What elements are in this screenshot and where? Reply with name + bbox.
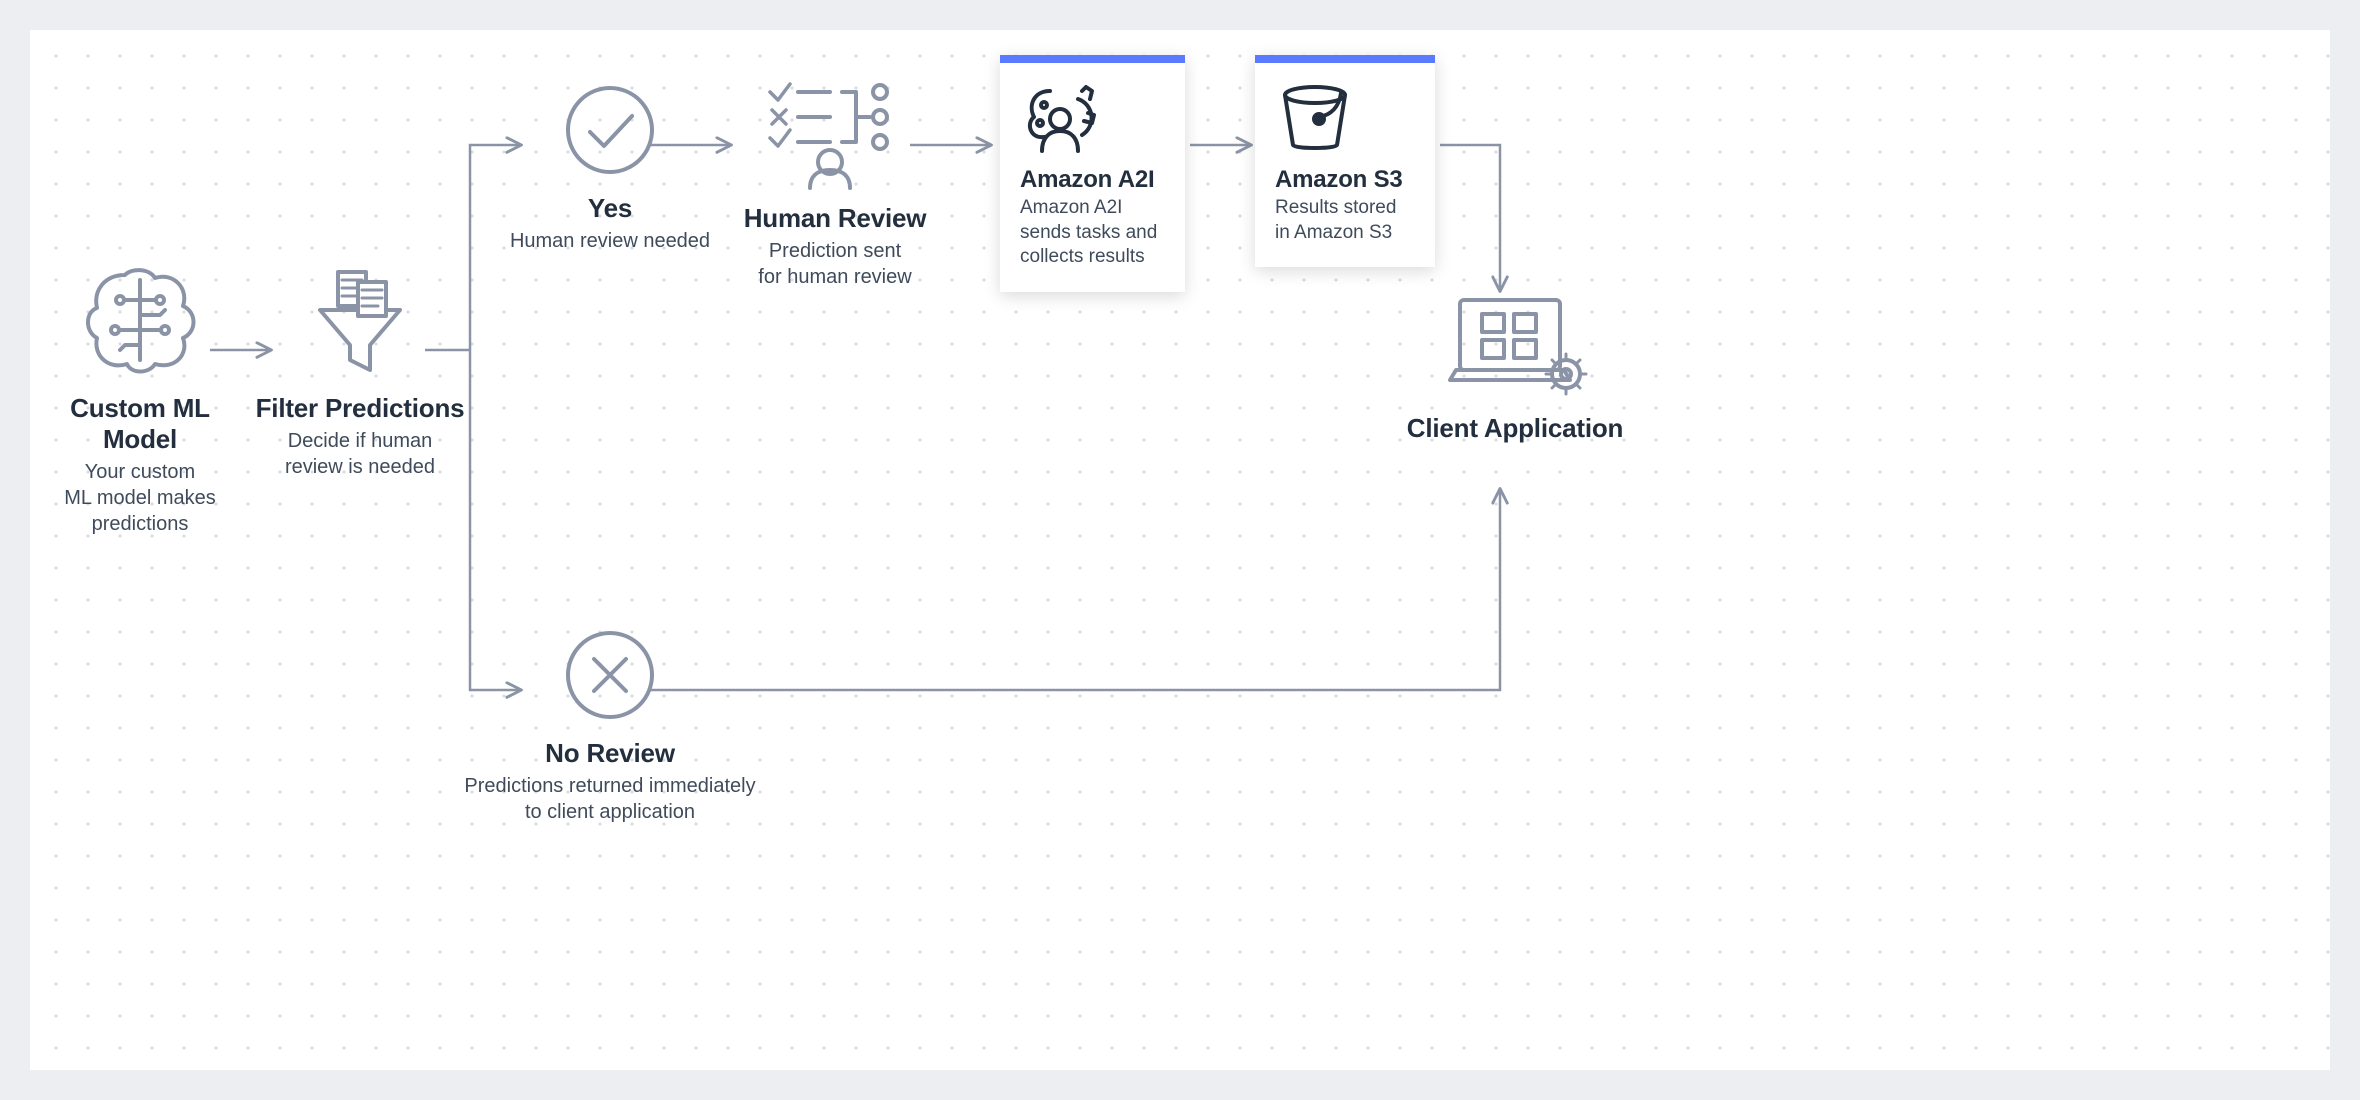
node-desc: Your customML model makespredictions [40,459,240,537]
node-no-review: No Review Predictions returned immediate… [440,625,780,825]
brain-chip-icon [40,260,240,385]
card-desc: Results storedin Amazon S3 [1275,196,1415,245]
node-desc: Decide if humanreview is needed [255,428,465,480]
card-amazon-a2i: Amazon A2I Amazon A2Isends tasks andcoll… [1000,55,1185,292]
node-title: Filter Predictions [255,393,465,424]
node-yes: Yes Human review needed [485,80,735,254]
card-title: Amazon S3 [1275,166,1415,194]
node-filter-predictions: Filter Predictions Decide if humanreview… [255,260,465,480]
node-desc: Human review needed [485,228,735,254]
funnel-docs-icon [255,260,465,385]
node-title: Yes [485,193,735,224]
checklist-person-icon [725,70,945,195]
card-title: Amazon A2I [1020,166,1165,194]
node-title: Custom ML Model [40,393,240,455]
a2i-service-icon [1020,81,1165,160]
node-client-application: Client Application [1405,290,1625,444]
node-title: Client Application [1405,413,1625,444]
diagram-canvas: Custom ML Model Your customML model make… [30,30,2330,1070]
x-circle-icon [440,625,780,730]
node-title: Human Review [725,203,945,234]
card-desc: Amazon A2Isends tasks andcollects result… [1020,196,1165,270]
node-custom-ml-model: Custom ML Model Your customML model make… [40,260,240,537]
node-title: No Review [440,738,780,769]
s3-bucket-icon [1275,81,1415,160]
node-desc: Prediction sentfor human review [725,238,945,290]
laptop-gear-icon [1405,290,1625,405]
node-desc: Predictions returned immediatelyto clien… [440,773,780,825]
node-human-review: Human Review Prediction sentfor human re… [725,70,945,290]
check-circle-icon [485,80,735,185]
card-amazon-s3: Amazon S3 Results storedin Amazon S3 [1255,55,1435,267]
